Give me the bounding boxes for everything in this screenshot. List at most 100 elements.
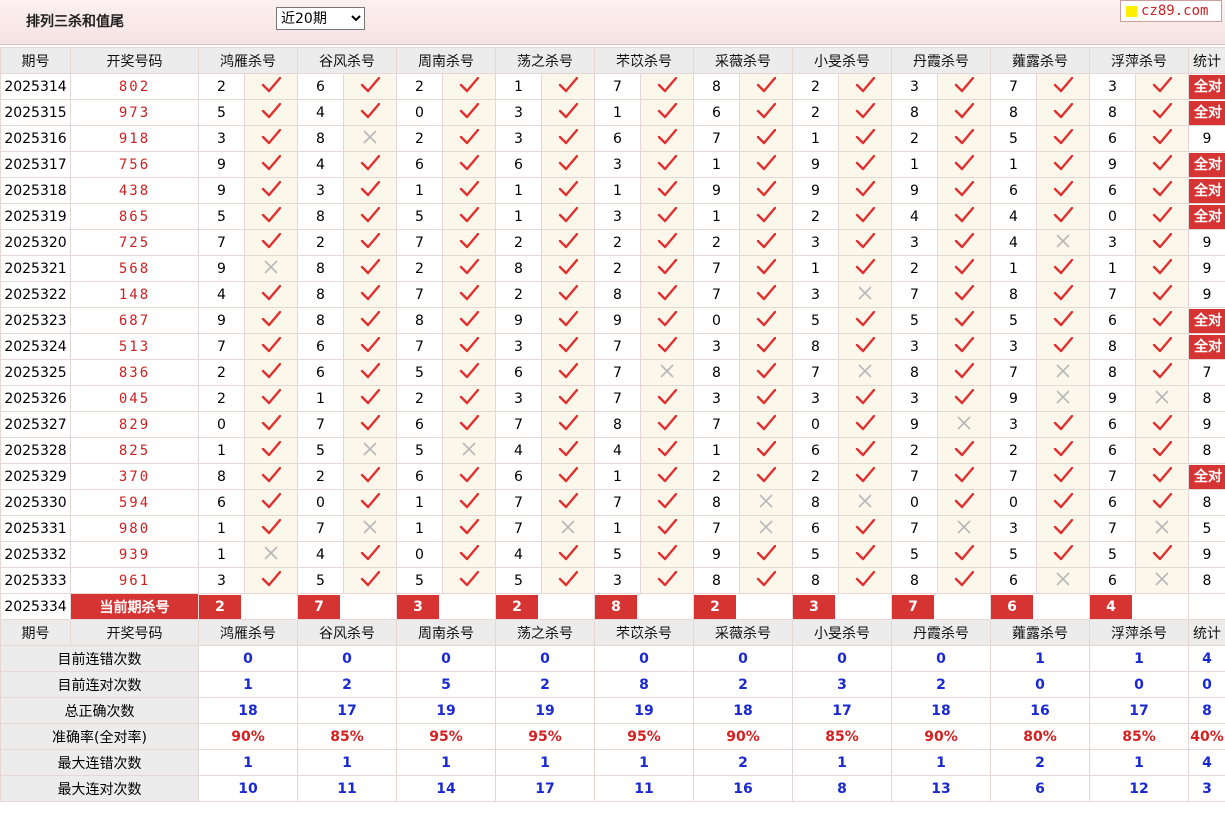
current-kill-cell: 2 — [693, 593, 793, 620]
kill-number-cell: 3 — [495, 99, 542, 126]
stat-cell: 9 — [1188, 411, 1225, 438]
summary-stat: 40% — [1188, 723, 1225, 750]
bottom-header-row: 期号 开奖号码 鸿雁杀号 谷风杀号 周南杀号 荡之杀号 芣苡杀号 采薇杀号 小旻杀号 丹霞杀号 蕹露… — [0, 619, 1225, 646]
check-icon — [343, 99, 397, 126]
kill-number-cell: 0 — [990, 489, 1037, 516]
expert-header: 采薇杀号 — [693, 47, 793, 74]
check-icon — [244, 177, 298, 204]
current-kill-cell: 2 — [198, 593, 298, 620]
draw-number-cell: 939 — [70, 541, 199, 568]
kill-number-cell: 3 — [792, 281, 839, 308]
table-row: 2025333 961 3 5 5 5 3 8 8 8 6 6 8 — [0, 567, 1225, 594]
current-kill-number: 7 — [892, 594, 934, 619]
check-icon — [640, 151, 694, 178]
kill-number-cell: 7 — [594, 385, 641, 412]
kill-number-cell: 6 — [495, 151, 542, 178]
site-logo[interactable]: cz89.com — [1120, 0, 1222, 22]
kill-number-cell: 9 — [495, 307, 542, 334]
kill-number-cell: 1 — [495, 177, 542, 204]
kill-number-cell: 9 — [693, 541, 740, 568]
kill-number-cell: 5 — [1089, 541, 1136, 568]
check-icon — [838, 203, 892, 230]
summary-value: 90% — [198, 723, 298, 750]
cross-icon — [1135, 567, 1189, 594]
check-icon — [442, 307, 496, 334]
summary-value: 1 — [198, 749, 298, 776]
kill-number-cell: 8 — [792, 489, 839, 516]
check-icon — [541, 437, 595, 464]
summary-row: 最大连错次数 1 1 1 1 1 2 1 1 2 1 4 — [0, 749, 1225, 776]
current-kill-number: 7 — [298, 594, 340, 619]
current-stat-cell — [1188, 593, 1225, 620]
kill-number-cell: 8 — [297, 307, 344, 334]
check-icon — [541, 411, 595, 438]
check-icon — [937, 463, 991, 490]
check-icon — [739, 177, 793, 204]
summary-value: 0 — [891, 645, 991, 672]
check-icon — [640, 333, 694, 360]
check-icon — [640, 99, 694, 126]
draw-header: 开奖号码 — [70, 47, 199, 74]
check-icon — [442, 359, 496, 386]
kill-number-cell: 0 — [396, 541, 443, 568]
current-kill-number: 4 — [1090, 594, 1132, 619]
summary-value: 1 — [297, 749, 397, 776]
check-icon — [838, 411, 892, 438]
kill-number-cell: 1 — [990, 151, 1037, 178]
check-icon — [937, 541, 991, 568]
check-icon — [739, 463, 793, 490]
kill-number-cell: 5 — [495, 567, 542, 594]
kill-number-cell: 2 — [198, 359, 245, 386]
expert-header: 丹霞杀号 — [891, 47, 991, 74]
current-kill-number: 3 — [397, 594, 439, 619]
kill-number-cell: 1 — [594, 177, 641, 204]
kill-number-cell: 3 — [693, 333, 740, 360]
stat-cell: 全对 — [1188, 203, 1225, 230]
draw-number-cell: 865 — [70, 203, 199, 230]
kill-number-cell: 2 — [198, 385, 245, 412]
kill-number-cell: 1 — [198, 515, 245, 542]
check-icon — [739, 541, 793, 568]
kill-number-cell: 5 — [990, 307, 1037, 334]
kill-number-cell: 1 — [792, 255, 839, 282]
summary-value: 90% — [693, 723, 793, 750]
kill-number-cell: 2 — [396, 385, 443, 412]
table-row: 2025332 939 1 4 0 4 5 9 5 5 5 5 9 — [0, 541, 1225, 568]
issue-cell: 2025314 — [0, 73, 71, 100]
check-icon — [244, 333, 298, 360]
check-icon — [640, 281, 694, 308]
kill-number-cell: 7 — [198, 333, 245, 360]
issue-cell: 2025331 — [0, 515, 71, 542]
kill-number-cell: 3 — [495, 385, 542, 412]
stat-cell: 8 — [1188, 385, 1225, 412]
current-kill-number: 2 — [199, 594, 241, 619]
summary-label: 最大连对次数 — [0, 775, 199, 802]
check-icon — [1135, 359, 1189, 386]
period-select[interactable]: 近20期 — [276, 7, 365, 30]
check-icon — [442, 151, 496, 178]
kill-number-cell: 2 — [495, 281, 542, 308]
stat-header: 统计 — [1188, 619, 1225, 646]
kill-number-cell: 3 — [792, 385, 839, 412]
check-icon — [640, 203, 694, 230]
kill-number-cell: 7 — [693, 411, 740, 438]
table-row: 2025316 918 3 8 2 3 6 7 1 2 5 6 9 — [0, 125, 1225, 152]
summary-value: 19 — [495, 697, 595, 724]
stat-cell: 9 — [1188, 229, 1225, 256]
check-icon — [838, 125, 892, 152]
check-icon — [1135, 125, 1189, 152]
check-icon — [640, 437, 694, 464]
check-icon — [541, 99, 595, 126]
kill-number-cell: 6 — [1089, 125, 1136, 152]
check-icon — [541, 203, 595, 230]
table-row: 2025322 148 4 8 7 2 8 7 3 7 8 7 9 — [0, 281, 1225, 308]
kill-number-cell: 3 — [198, 125, 245, 152]
kill-number-cell: 6 — [396, 411, 443, 438]
expert-header: 鸿雁杀号 — [198, 47, 298, 74]
kill-number-cell: 6 — [990, 177, 1037, 204]
stat-cell: 全对 — [1188, 73, 1225, 100]
check-icon — [838, 385, 892, 412]
issue-cell: 2025315 — [0, 99, 71, 126]
draw-number-cell: 725 — [70, 229, 199, 256]
current-kill-cell: 7 — [891, 593, 991, 620]
